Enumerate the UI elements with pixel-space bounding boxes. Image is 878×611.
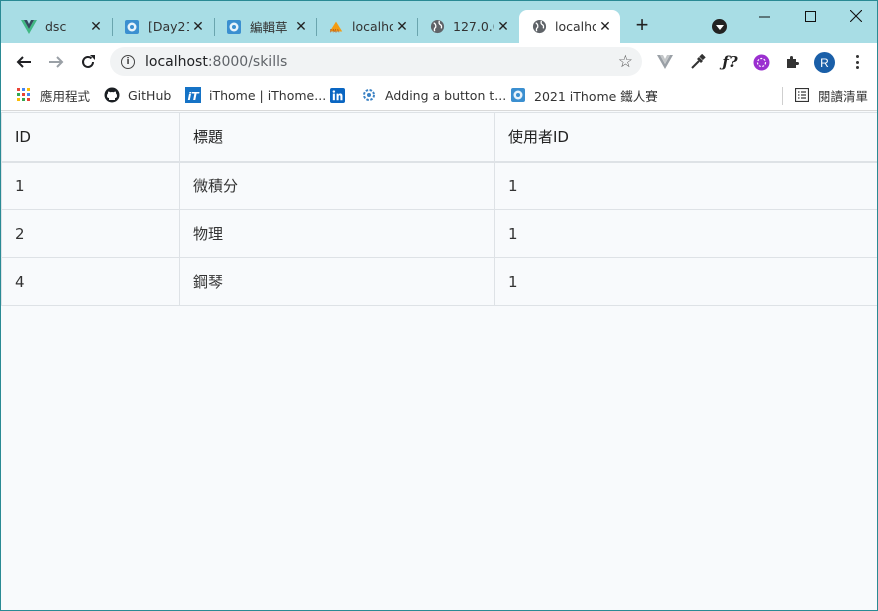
globe-icon	[429, 19, 445, 35]
bookmark-linkedin[interactable]	[329, 86, 353, 104]
page-content: ID 標題 使用者ID 1 微積分 1 2 物理 1 4 鋼琴 1	[1, 112, 877, 610]
url-path: :8000/skills	[207, 53, 288, 70]
tab-title: dsc	[45, 19, 67, 34]
bookmark-github[interactable]: GitHub	[104, 86, 171, 104]
bookmark-label: 應用程式	[40, 88, 91, 104]
address-bar[interactable]: i localhost:8000/skills ☆	[110, 47, 642, 76]
tab-localhost-active[interactable]: localho ✕	[519, 10, 620, 43]
vue-icon	[21, 19, 37, 35]
bookmark-label: 2021 iThome 鐵人賽	[534, 88, 658, 104]
forward-button[interactable]	[43, 49, 69, 75]
ithome-icon	[226, 19, 242, 35]
close-icon[interactable]: ✕	[87, 18, 105, 36]
tab-title: 127.0.0	[453, 19, 494, 34]
phpmyadmin-icon: PMA	[328, 19, 344, 35]
bookmark-divider	[782, 87, 783, 105]
cell-title: 微積分	[179, 161, 495, 210]
tab-phpmyadmin[interactable]: PMA localho ✕	[316, 10, 417, 43]
back-button[interactable]	[11, 49, 37, 75]
bookmarks-bar: 應用程式 GitHub iT iThome | iThome... Adding…	[1, 80, 877, 111]
tab-127[interactable]: 127.0.0 ✕	[417, 10, 518, 43]
cell-id: 4	[1, 257, 180, 306]
bookmark-label: GitHub	[128, 87, 172, 103]
bookmark-apps[interactable]: 應用程式	[16, 86, 90, 104]
table-row: 4 鋼琴 1	[1, 257, 877, 306]
bookmark-star-icon[interactable]: ☆	[618, 52, 633, 72]
site-info-icon[interactable]: i	[121, 54, 135, 69]
reload-button[interactable]	[75, 49, 101, 75]
table-row: 1 微積分 1	[1, 161, 877, 210]
maximize-button[interactable]	[787, 5, 833, 27]
reading-list-label: 閱讀清單	[818, 88, 869, 104]
tab-day21[interactable]: [Day21 ✕	[112, 10, 213, 43]
svg-text:iT: iT	[188, 90, 201, 103]
reading-list-icon	[794, 87, 810, 103]
close-window-button[interactable]	[833, 5, 877, 27]
bookmark-label: iThome | iThome...	[209, 87, 327, 103]
ithome-icon	[510, 87, 526, 103]
url-host: localhost	[145, 53, 208, 70]
close-icon[interactable]: ✕	[494, 18, 512, 36]
bookmark-ithome-ironman[interactable]: 2021 iThome 鐵人賽	[510, 86, 658, 104]
close-icon[interactable]: ✕	[292, 18, 310, 36]
url-text: localhost:8000/skills	[145, 54, 287, 70]
cell-title: 鋼琴	[179, 257, 495, 306]
svg-text:PMA: PMA	[330, 28, 340, 34]
table-header-row: ID 標題 使用者ID	[1, 112, 877, 163]
function-icon[interactable]: ƒ?	[719, 53, 741, 71]
close-icon[interactable]: ✕	[596, 18, 614, 36]
close-icon[interactable]: ✕	[189, 18, 207, 36]
column-header-user-id: 使用者ID	[494, 112, 877, 163]
table-row: 2 物理 1	[1, 209, 877, 258]
cell-user-id: 1	[494, 161, 877, 210]
browser-window: dsc ✕ [Day21 ✕ 編輯草 ✕ PMA localho ✕ 127.0…	[0, 0, 878, 611]
bookmark-ithome[interactable]: iT iThome | iThome...	[185, 86, 326, 104]
tab-title: localho	[555, 19, 596, 34]
tab-title: [Day21	[148, 19, 189, 34]
browser-toolbar: i localhost:8000/skills ☆ ƒ? R	[1, 43, 877, 80]
gear-flower-icon	[361, 87, 377, 103]
more-menu-icon[interactable]	[852, 53, 862, 71]
linkedin-icon	[329, 87, 345, 103]
tab-dsc[interactable]: dsc ✕	[9, 10, 111, 43]
close-icon[interactable]: ✕	[393, 18, 411, 36]
cell-title: 物理	[179, 209, 495, 258]
tab-search-dropdown-icon[interactable]	[712, 19, 727, 34]
tab-strip: dsc ✕ [Day21 ✕ 編輯草 ✕ PMA localho ✕ 127.0…	[1, 1, 877, 43]
avatar[interactable]: R	[814, 52, 835, 73]
reading-list-button[interactable]: 閱讀清單	[794, 86, 868, 104]
ithome-icon	[124, 19, 140, 35]
extensions-puzzle-icon[interactable]	[783, 53, 801, 71]
cell-id: 2	[1, 209, 180, 258]
column-header-title: 標題	[179, 112, 495, 163]
minimize-button[interactable]	[741, 5, 787, 27]
ithome-logo-icon: iT	[185, 87, 201, 103]
cell-user-id: 1	[494, 209, 877, 258]
github-icon	[104, 87, 120, 103]
skills-table: ID 標題 使用者ID 1 微積分 1 2 物理 1 4 鋼琴 1	[1, 112, 877, 306]
eyedropper-icon[interactable]	[689, 53, 707, 71]
apps-grid-icon	[16, 87, 32, 103]
cell-user-id: 1	[494, 257, 877, 306]
tab-title: localho	[352, 19, 393, 34]
globe-icon	[531, 19, 547, 35]
column-header-id: ID	[1, 112, 180, 163]
bookmark-adding-button[interactable]: Adding a button t...	[361, 86, 506, 104]
extension-purple-icon[interactable]	[752, 53, 770, 71]
bookmark-label: Adding a button t...	[385, 87, 507, 103]
vue-devtools-icon[interactable]	[656, 53, 674, 71]
new-tab-button[interactable]: +	[631, 14, 653, 37]
tab-title: 編輯草	[250, 20, 288, 35]
tab-edit-draft[interactable]: 編輯草 ✕	[214, 10, 316, 43]
cell-id: 1	[1, 161, 180, 210]
